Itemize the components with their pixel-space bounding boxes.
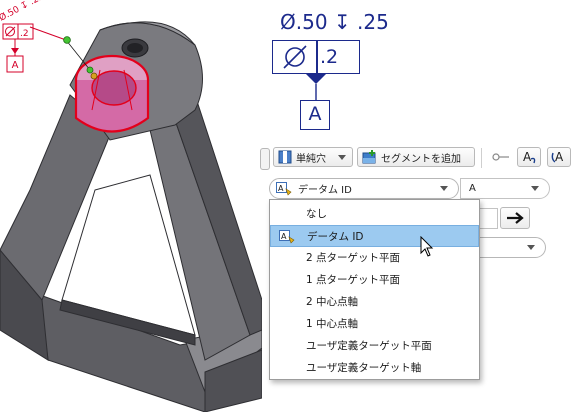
datum-type-select[interactable]: A データム ID [269,178,459,199]
toolbar-grip[interactable] [260,148,270,170]
dropdown-item-1-center-axis[interactable]: 1 中心点軸 [270,313,479,335]
hole-type-label: 単純穴 [296,153,326,165]
dropdown-item-1pt-target-plane[interactable]: 1 点ターゲット平面 [270,269,479,291]
pointer-tool-icon [492,153,509,161]
text-style-b-button[interactable]: A [547,147,571,167]
flatness-symbol-icon [283,45,307,69]
pointer-tool-button[interactable] [487,147,513,167]
hole-type-button[interactable]: 単純穴 [273,147,353,167]
dropdown-item-user-target-plane[interactable]: ユーザ定義ターゲット平面 [270,335,479,357]
dropdown-item-label: ユーザ定義ターゲット軸 [306,362,422,374]
dropdown-item-none[interactable]: なし [270,203,479,225]
mouse-cursor-icon [420,236,434,257]
add-segment-button[interactable]: セグメントを追加 [357,147,475,167]
simple-hole-icon [278,150,292,164]
dropdown-item-2-center-axis[interactable]: 2 中心点軸 [270,291,479,313]
datum-id-icon: A [279,230,295,244]
hidden-row-select[interactable] [470,237,546,258]
feature-control-frame[interactable]: .2 [272,40,360,74]
small-hole-callout: Ø.50 ↧ .25 [0,0,46,24]
dropdown-item-label: 2 中心点軸 [306,296,359,308]
dropdown-item-label: 1 点ターゲット平面 [306,274,401,286]
toolbar: 単純穴 セグメントを追加 A A [260,146,572,170]
text-style-b-icon: A [551,150,564,164]
tolerance-value: .2 [320,46,339,68]
dropdown-item-label: 1 中心点軸 [306,318,359,330]
highlighted-bore[interactable] [74,54,150,133]
svg-text:A: A [281,232,287,241]
chevron-down-icon [531,186,539,191]
dropdown-item-datum-id[interactable]: A データム ID [270,225,479,247]
datum-letter-select[interactable]: A [460,178,550,199]
dropdown-item-label: 2 点ターゲット平面 [306,252,401,264]
3d-model-viewport[interactable]: Ø.50 ↧ .25 .2 A [0,0,262,412]
datum-triangle-icon [305,73,327,101]
add-segment-label: セグメントを追加 [381,153,461,165]
text-style-a-icon: A [523,150,536,164]
dropdown-item-2pt-target-plane[interactable]: 2 点ターゲット平面 [270,247,479,269]
datum-label: A [300,100,330,130]
datum-type-label: データム ID [298,185,352,196]
chevron-down-icon [527,245,535,250]
datum-id-icon: A [276,181,292,196]
datum-type-dropdown: なし A データム ID 2 点ターゲット平面 1 点ターゲット平面 2 中心点… [269,199,480,380]
dropdown-item-user-target-axis[interactable]: ユーザ定義ターゲット軸 [270,357,479,379]
arrow-button[interactable] [500,207,530,229]
small-tolerance-value: .2 [20,29,29,39]
dropdown-item-label: ユーザ定義ターゲット平面 [306,340,432,352]
dropdown-item-label: なし [306,208,327,220]
small-datum-label: A [12,60,19,71]
grip-point[interactable] [86,66,94,74]
grip-point[interactable] [90,72,98,80]
datum-letter-value: A [469,183,476,194]
dropdown-item-label: データム ID [307,231,364,243]
hole-callout: Ø.50 ↧ .25 [280,10,389,34]
chevron-down-icon [440,186,448,191]
small-annotation[interactable]: Ø.50 ↧ .25 .2 A [0,0,46,73]
add-segment-icon [362,150,376,164]
svg-text:A: A [555,150,564,164]
arrow-right-icon [507,212,524,224]
grip-point[interactable] [63,36,71,44]
chevron-down-icon [338,155,346,160]
svg-text:A: A [523,150,532,164]
svg-text:A: A [278,184,284,193]
text-style-a-button[interactable]: A [517,147,541,167]
